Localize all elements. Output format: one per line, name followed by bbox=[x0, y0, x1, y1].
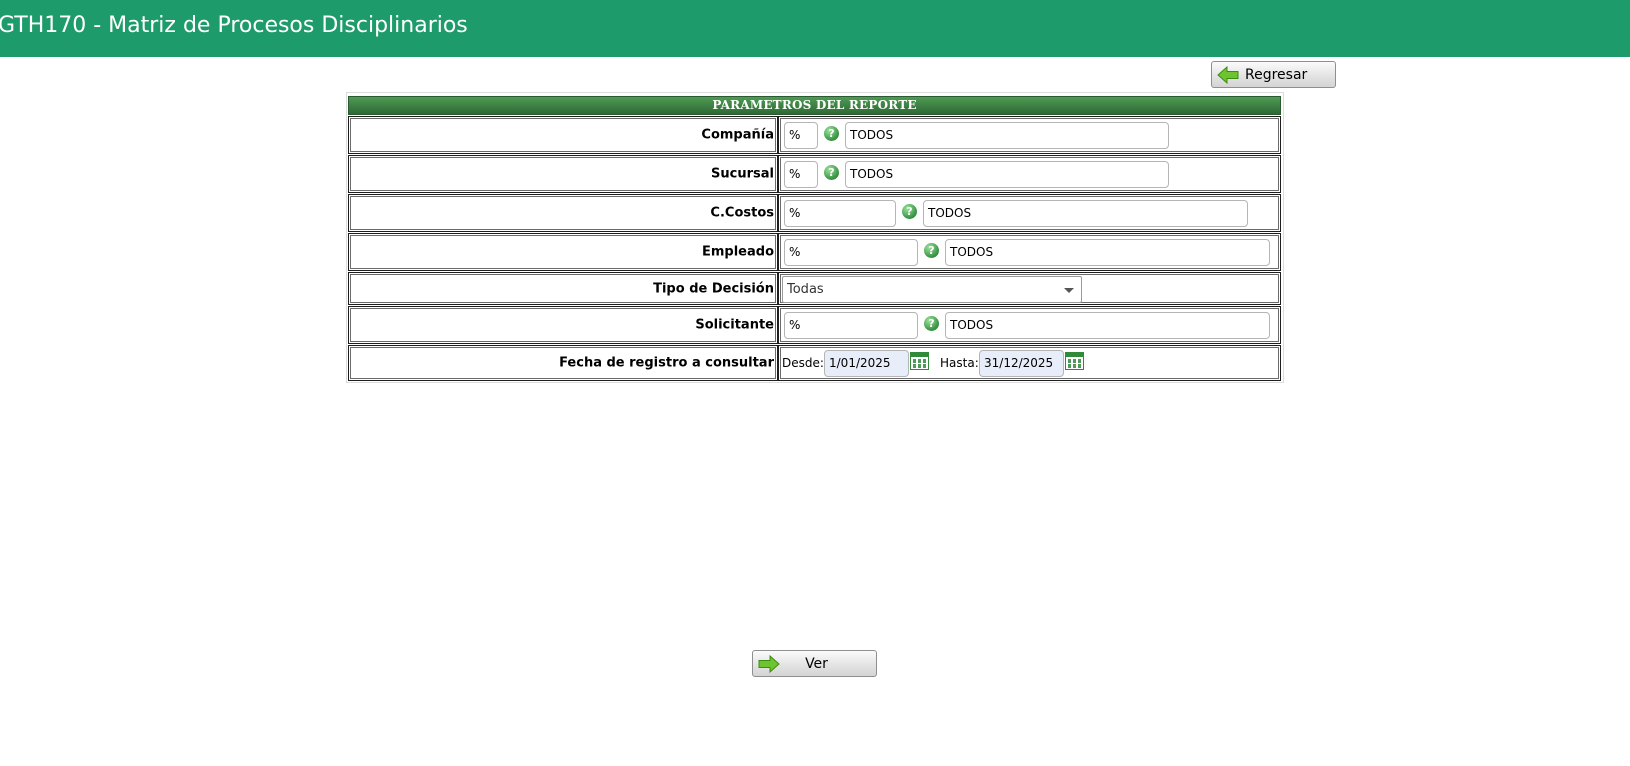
decision-type-select[interactable]: Todas bbox=[782, 276, 1082, 303]
branch-code-input[interactable]: % bbox=[784, 161, 818, 188]
decision-type-label: Tipo de Decisión bbox=[653, 281, 774, 296]
branch-name-input[interactable]: TODOS bbox=[845, 161, 1169, 188]
label-cell: Sucursal bbox=[348, 155, 778, 193]
field-cell: Desde: 1/01/2025 Hasta: 31/12/2025 bbox=[778, 345, 1281, 381]
form-row-branch: Sucursal % ? TODOS bbox=[348, 155, 1281, 193]
field-cell: % ? TODOS bbox=[778, 306, 1281, 344]
calendar-icon[interactable] bbox=[910, 352, 929, 370]
help-icon[interactable]: ? bbox=[902, 204, 917, 219]
from-date-input[interactable]: 1/01/2025 bbox=[824, 350, 909, 377]
cost-center-code-input[interactable]: % bbox=[784, 200, 896, 227]
label-cell: C.Costos bbox=[348, 194, 778, 232]
decision-type-selected: Todas bbox=[787, 282, 824, 297]
chevron-down-icon bbox=[1064, 288, 1074, 293]
requester-code-input[interactable]: % bbox=[784, 312, 918, 339]
view-button-label: Ver bbox=[805, 656, 828, 672]
company-code-input[interactable]: % bbox=[784, 122, 818, 149]
help-icon[interactable]: ? bbox=[924, 316, 939, 331]
view-button[interactable]: Ver bbox=[752, 650, 877, 677]
help-icon[interactable]: ? bbox=[924, 243, 939, 258]
cost-center-label: C.Costos bbox=[710, 205, 774, 221]
back-button[interactable]: Regresar bbox=[1211, 61, 1336, 88]
from-date-label: Desde: bbox=[782, 356, 824, 370]
employee-code-input[interactable]: % bbox=[784, 239, 918, 266]
form-row-company: Compañía % ? TODOS bbox=[348, 116, 1281, 154]
requester-label: Solicitante bbox=[695, 317, 774, 333]
help-icon[interactable]: ? bbox=[824, 165, 839, 180]
field-cell: % ? TODOS bbox=[778, 155, 1281, 193]
help-icon[interactable]: ? bbox=[824, 126, 839, 141]
field-cell: % ? TODOS bbox=[778, 116, 1281, 154]
label-cell: Solicitante bbox=[348, 306, 778, 344]
to-date-input[interactable]: 31/12/2025 bbox=[979, 350, 1064, 377]
form-row-decision-type: Tipo de Decisión Todas bbox=[348, 272, 1281, 305]
form-row-date-range: Fecha de registro a consultar Desde: 1/0… bbox=[348, 345, 1281, 381]
label-cell: Tipo de Decisión bbox=[348, 272, 778, 305]
to-date-label: Hasta: bbox=[940, 356, 979, 370]
employee-label: Empleado bbox=[701, 244, 774, 260]
employee-name-input[interactable]: TODOS bbox=[945, 239, 1270, 266]
label-cell: Compañía bbox=[348, 116, 778, 154]
branch-label: Sucursal bbox=[711, 166, 774, 182]
date-range-label: Fecha de registro a consultar bbox=[559, 355, 774, 371]
top-header-bar: GTH170 - Matriz de Procesos Disciplinari… bbox=[0, 0, 1630, 57]
company-name-input[interactable]: TODOS bbox=[845, 122, 1169, 149]
arrow-left-icon bbox=[1217, 66, 1239, 84]
company-label: Compañía bbox=[701, 127, 774, 143]
field-cell: % ? TODOS bbox=[778, 233, 1281, 271]
page-title: GTH170 - Matriz de Procesos Disciplinari… bbox=[0, 13, 468, 38]
label-cell: Empleado bbox=[348, 233, 778, 271]
form-row-requester: Solicitante % ? TODOS bbox=[348, 306, 1281, 344]
cost-center-name-input[interactable]: TODOS bbox=[923, 200, 1248, 227]
requester-name-input[interactable]: TODOS bbox=[945, 312, 1270, 339]
form-row-cost-center: C.Costos % ? TODOS bbox=[348, 194, 1281, 232]
field-cell: Todas bbox=[778, 272, 1281, 305]
back-button-label: Regresar bbox=[1245, 67, 1308, 83]
panel-title: PARAMETROS DEL REPORTE bbox=[348, 96, 1281, 115]
calendar-icon[interactable] bbox=[1065, 352, 1084, 370]
form-row-employee: Empleado % ? TODOS bbox=[348, 233, 1281, 271]
label-cell: Fecha de registro a consultar bbox=[348, 345, 778, 381]
field-cell: % ? TODOS bbox=[778, 194, 1281, 232]
